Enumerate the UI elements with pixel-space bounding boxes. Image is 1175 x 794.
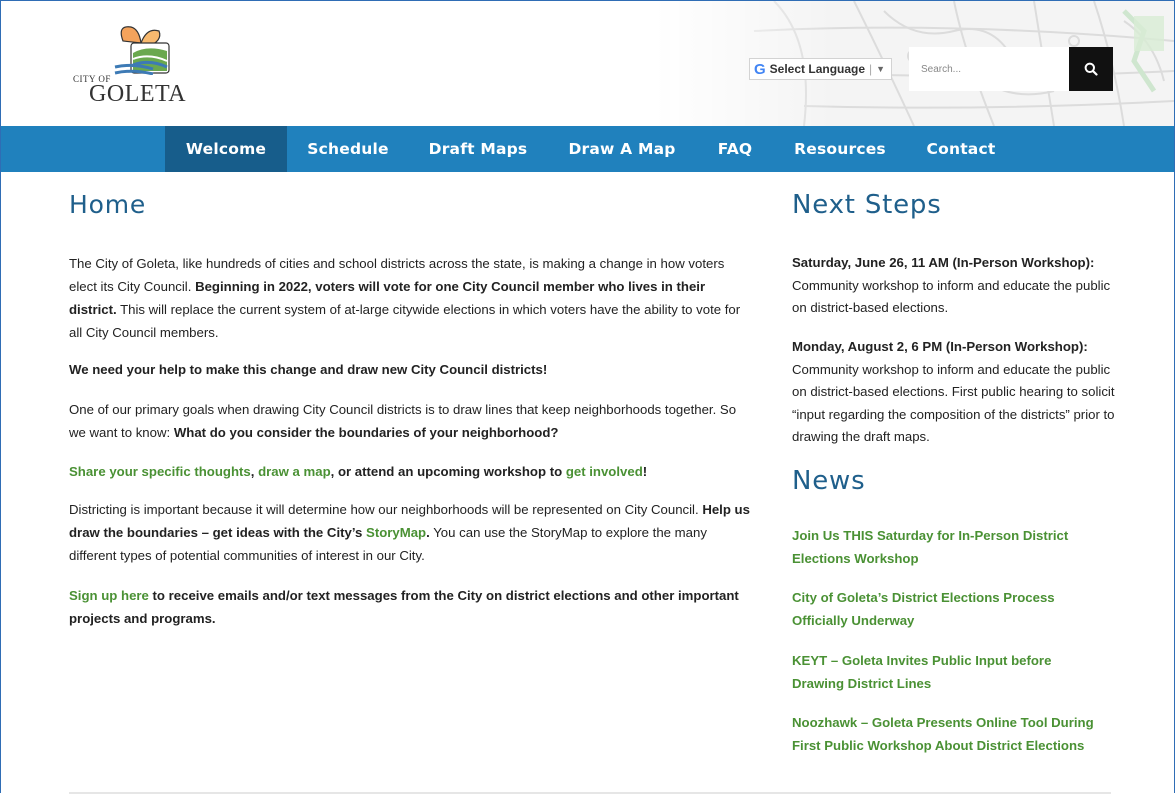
event-item: Saturday, June 26, 11 AM (In-Person Work… bbox=[792, 252, 1117, 320]
chevron-down-icon: ▼ bbox=[876, 64, 886, 74]
intro-paragraph: The City of Goleta, like hundreds of cit… bbox=[69, 252, 754, 344]
event-title: Monday, August 2, 6 PM (In-Person Worksh… bbox=[792, 339, 1088, 354]
intro-text-end: This will replace the current system of … bbox=[69, 302, 741, 340]
news-link[interactable]: Noozhawk – Goleta Presents Online Tool D… bbox=[792, 712, 1112, 757]
city-logo[interactable]: CITY OF GOLETA bbox=[69, 23, 199, 123]
participate-end: ! bbox=[642, 464, 648, 479]
event-description: Community workshop to inform and educate… bbox=[792, 277, 1111, 316]
event-item: Monday, August 2, 6 PM (In-Person Worksh… bbox=[792, 336, 1117, 449]
main-nav: Welcome Schedule Draft Maps Draw A Map F… bbox=[1, 126, 1174, 172]
butterfly-logo-icon bbox=[114, 26, 170, 75]
news-link[interactable]: KEYT – Goleta Invites Public Input befor… bbox=[792, 650, 1082, 695]
news-link[interactable]: City of Goleta’s District Elections Proc… bbox=[792, 587, 1082, 632]
news-link[interactable]: Join Us THIS Saturday for In-Person Dist… bbox=[792, 525, 1092, 570]
nav-faq[interactable]: FAQ bbox=[705, 126, 765, 172]
sidebar: Next Steps Saturday, June 26, 11 AM (In-… bbox=[792, 190, 1117, 753]
nav-welcome[interactable]: Welcome bbox=[165, 126, 287, 172]
goals-question: What do you consider the boundaries of y… bbox=[173, 425, 559, 440]
districting-paragraph: Districting is important because it will… bbox=[69, 498, 754, 567]
nav-draft-maps[interactable]: Draft Maps bbox=[415, 126, 541, 172]
participate-text: , or attend an upcoming workshop to bbox=[330, 464, 566, 479]
logo-goleta: GOLETA bbox=[89, 81, 187, 107]
news-title: News bbox=[792, 466, 866, 496]
draw-map-link[interactable]: draw a map bbox=[258, 464, 331, 479]
language-select[interactable]: G Select Language | ▼ bbox=[749, 58, 893, 80]
get-involved-link[interactable]: get involved bbox=[566, 464, 643, 479]
language-select-divider: | bbox=[869, 62, 873, 76]
nav-resources[interactable]: Resources bbox=[781, 126, 899, 172]
event-title: Saturday, June 26, 11 AM (In-Person Work… bbox=[792, 255, 1095, 270]
nav-contact[interactable]: Contact bbox=[913, 126, 1009, 172]
main-content: Home The City of Goleta, like hundreds o… bbox=[69, 190, 754, 626]
nav-schedule[interactable]: Schedule bbox=[293, 126, 403, 172]
site-header: CITY OF GOLETA G Select Language | ▼ Sea… bbox=[1, 1, 1174, 126]
signup-text: to receive emails and/or text messages f… bbox=[69, 588, 739, 626]
districting-text: Districting is important because it will… bbox=[69, 502, 703, 517]
sign-up-link[interactable]: Sign up here bbox=[69, 588, 149, 603]
event-description: Community workshop to inform and educate… bbox=[792, 361, 1115, 445]
search-icon bbox=[1084, 62, 1098, 76]
next-steps-title: Next Steps bbox=[792, 190, 942, 220]
storymap-link[interactable]: StoryMap bbox=[366, 525, 426, 540]
share-thoughts-link[interactable]: Share your specific thoughts bbox=[69, 464, 251, 479]
participate-sep: , bbox=[250, 464, 259, 479]
search-button[interactable] bbox=[1069, 47, 1113, 91]
goals-paragraph: One of our primary goals when drawing Ci… bbox=[69, 398, 754, 444]
search-placeholder: Search... bbox=[921, 63, 962, 75]
help-callout: We need your help to make this change an… bbox=[69, 362, 548, 377]
search-input[interactable]: Search... bbox=[909, 47, 1069, 91]
participate-paragraph: Share your specific thoughts, draw a map… bbox=[69, 460, 647, 483]
page-title: Home bbox=[69, 190, 147, 219]
language-select-label: Select Language bbox=[769, 62, 866, 76]
nav-draw-a-map[interactable]: Draw A Map bbox=[557, 126, 687, 172]
google-icon: G bbox=[754, 60, 766, 78]
signup-paragraph: Sign up here to receive emails and/or te… bbox=[69, 584, 754, 630]
